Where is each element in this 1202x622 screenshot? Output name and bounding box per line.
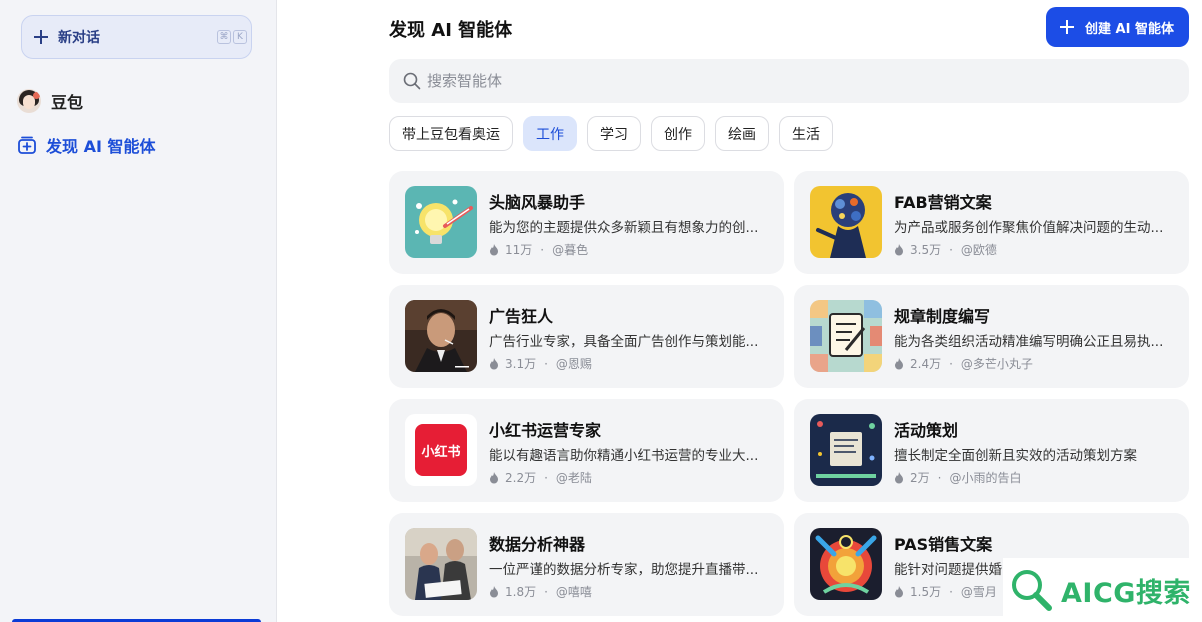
agent-card-event-planning[interactable]: 活动策划 擅长制定全面创新且实效的活动策划方案 2万 · @小雨的告白 (794, 399, 1189, 502)
usage-count: 1.5万 (910, 585, 942, 599)
agent-name: 活动策划 (894, 421, 959, 440)
usage-count: 2.4万 (910, 357, 942, 371)
agent-meta: 11万 · @暮色 (489, 241, 588, 258)
fire-icon (895, 471, 903, 483)
agent-desc: 一位严谨的数据分析专家，助您提升直播带... (489, 562, 759, 578)
tab-work[interactable]: 工作 (523, 116, 577, 151)
sidebar-item-doubao[interactable]: 豆包 (17, 87, 83, 115)
fire-icon (895, 585, 903, 597)
agent-author: @嘻嘻 (555, 585, 592, 599)
fire-icon (895, 357, 903, 369)
agent-name: 头脑风暴助手 (489, 193, 586, 212)
admen-thumbnail (405, 300, 477, 372)
usage-count: 11万 (505, 243, 533, 257)
create-agent-label: 创建 AI 智能体 (1085, 21, 1174, 37)
discover-icon (18, 136, 36, 154)
fire-icon (490, 357, 498, 369)
agent-name: 规章制度编写 (894, 307, 991, 326)
fire-icon (490, 585, 498, 597)
event-planning-thumbnail (810, 414, 882, 486)
page-title: 发现 AI 智能体 (389, 20, 513, 41)
shortcut-cmd-key: ⌘ (217, 30, 231, 44)
agent-author: @小雨的告白 (949, 471, 1022, 485)
watermark-text: AICG搜索 (1061, 577, 1191, 609)
agent-desc: 能以有趣语言助你精通小红书运营的专业大... (489, 448, 759, 464)
usage-count: 3.1万 (505, 357, 537, 371)
agent-name: FAB营销文案 (894, 193, 992, 212)
doubao-avatar (17, 89, 41, 113)
fire-icon (490, 471, 498, 483)
agent-card-fab[interactable]: FAB营销文案 为产品或服务创作聚焦价值解决问题的生动... 3.5万 · @欧… (794, 171, 1189, 274)
agent-author: @欧德 (960, 243, 997, 257)
agent-card-admen[interactable]: 广告狂人 广告行业专家，具备全面广告创作与策划能... 3.1万 · @恩赐 (389, 285, 784, 388)
new-chat-button[interactable]: 新对话 ⌘ K (21, 15, 252, 59)
tab-life[interactable]: 生活 (779, 116, 833, 151)
agent-meta: 1.5万 · @雪月 (894, 583, 997, 600)
app-root: 新对话 ⌘ K 豆包 发现 AI 智能体 发现 AI 智能体 创建 AI 智能体 (0, 0, 1202, 622)
regulations-thumbnail (810, 300, 882, 372)
usage-count: 2万 (910, 471, 930, 485)
pas-thumbnail (810, 528, 882, 600)
sidebar: 新对话 ⌘ K 豆包 发现 AI 智能体 (0, 0, 277, 622)
agent-author: @老陆 (555, 471, 592, 485)
plus-icon (1060, 20, 1074, 34)
magnifier-logo-icon (1012, 570, 1052, 611)
agent-desc: 能为各类组织活动精准编写明确公正且易执... (894, 334, 1164, 350)
category-tabs: 带上豆包看奥运 工作 学习 创作 绘画 生活 (389, 116, 843, 151)
brainstorm-thumbnail (405, 186, 477, 258)
agent-card-data-analysis[interactable]: 数据分析神器 一位严谨的数据分析专家，助您提升直播带... 1.8万 · @嘻嘻 (389, 513, 784, 616)
search-input[interactable] (427, 72, 1167, 90)
agent-name: 数据分析神器 (489, 535, 586, 554)
create-agent-button[interactable]: 创建 AI 智能体 (1046, 7, 1189, 47)
sidebar-item-label: 发现 AI 智能体 (46, 137, 156, 156)
agent-meta: 2万 · @小雨的告白 (894, 469, 1021, 486)
tab-study[interactable]: 学习 (587, 116, 641, 151)
agent-author: @恩赐 (555, 357, 592, 371)
fire-icon (490, 243, 498, 255)
agent-meta: 3.5万 · @欧德 (894, 241, 997, 258)
sidebar-item-label: 豆包 (51, 93, 84, 112)
xiaohongshu-logo-text: 小红书 (421, 444, 461, 460)
tab-drawing[interactable]: 绘画 (715, 116, 769, 151)
shortcut-k-key: K (233, 30, 247, 44)
agent-name: 小红书运营专家 (489, 421, 602, 440)
agent-name: 广告狂人 (489, 307, 554, 326)
xiaohongshu-thumbnail: 小红书 (405, 414, 477, 486)
usage-count: 2.2万 (505, 471, 537, 485)
agent-meta: 3.1万 · @恩赐 (489, 355, 592, 372)
agent-card-brainstorm[interactable]: 头脑风暴助手 能为您的主题提供众多新颖且有想象力的创... 11万 · @暮色 (389, 171, 784, 274)
agent-desc: 为产品或服务创作聚焦价值解决问题的生动... (894, 220, 1164, 236)
search-bar (389, 59, 1189, 103)
tab-olympics[interactable]: 带上豆包看奥运 (389, 116, 513, 151)
new-chat-label: 新对话 (58, 30, 100, 46)
usage-count: 1.8万 (505, 585, 537, 599)
agent-author: @雪月 (960, 585, 997, 599)
fab-thumbnail (810, 186, 882, 258)
agent-card-regulations[interactable]: 规章制度编写 能为各类组织活动精准编写明确公正且易执... 2.4万 · @多芒… (794, 285, 1189, 388)
search-icon (403, 72, 421, 90)
data-analysis-thumbnail (405, 528, 477, 600)
tab-create[interactable]: 创作 (651, 116, 705, 151)
usage-count: 3.5万 (910, 243, 942, 257)
agent-meta: 2.2万 · @老陆 (489, 469, 592, 486)
agent-author: @多芒小丸子 (960, 357, 1033, 371)
agent-desc: 广告行业专家，具备全面广告创作与策划能... (489, 334, 759, 350)
agent-desc: 擅长制定全面创新且实效的活动策划方案 (894, 448, 1137, 464)
agent-author: @暮色 (552, 243, 589, 257)
sidebar-item-discover[interactable]: 发现 AI 智能体 (17, 131, 155, 159)
watermark: AICG搜索 (1003, 558, 1202, 622)
agent-desc: 能为您的主题提供众多新颖且有想象力的创... (489, 220, 759, 236)
plus-icon (34, 30, 48, 44)
agent-meta: 2.4万 · @多芒小丸子 (894, 355, 1033, 372)
agent-meta: 1.8万 · @嘻嘻 (489, 583, 592, 600)
agent-name: PAS销售文案 (894, 535, 993, 554)
agent-card-xiaohongshu[interactable]: 小红书 小红书运营专家 能以有趣语言助你精通小红书运营的专业大... 2.2万 … (389, 399, 784, 502)
fire-icon (895, 243, 903, 255)
